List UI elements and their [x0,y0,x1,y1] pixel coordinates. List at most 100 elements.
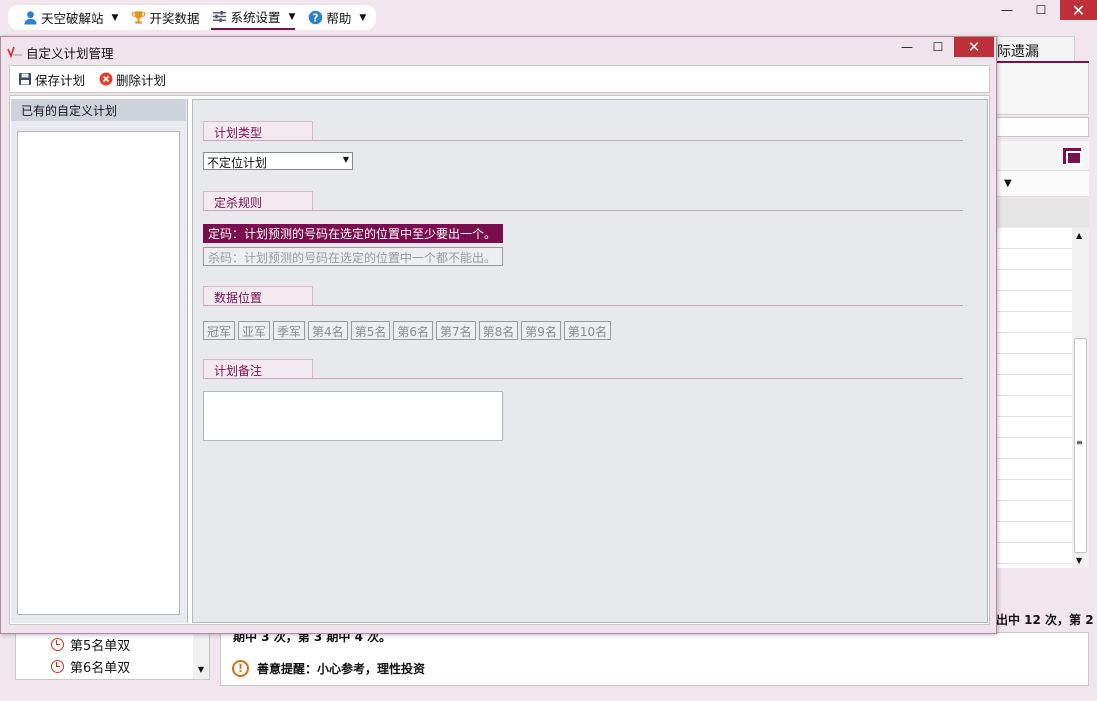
list-item-label: 第5名单双 [70,638,131,654]
chevron-down-icon: ▼ [342,155,349,164]
position-toggle-7[interactable]: 第7名 [435,321,476,340]
save-icon [18,72,32,86]
plan-type-select[interactable]: 不定位计划 ▼ [203,152,353,170]
trophy-icon [130,10,146,26]
menu-item-help[interactable]: ? 帮助 ▼ [307,5,366,30]
plan-type-value: 不定位计划 [207,156,268,170]
tip-text: 善意提醒：小心参考，理性投资 [257,662,426,676]
plan-type-header: 计划类型 [203,121,313,140]
rule-option-sha[interactable]: 杀码：计划预测的号码在选定的位置中一个都不能出。 [203,247,503,266]
list-item[interactable]: 第5名单双 [16,633,209,655]
dialog-close-button[interactable]: ✕ [954,37,994,57]
menu-item-help-label: 帮助 [326,11,352,26]
position-toggle-4[interactable]: 第4名 [308,321,348,340]
chevron-down-icon: ▼ [111,12,119,23]
save-plan-button[interactable]: 保存计划 [18,70,85,89]
dialog-minimize-button[interactable]: — [891,37,923,57]
sliders-icon [211,9,227,25]
section-divider [203,305,963,306]
app-logo-icon [7,45,23,59]
section-divider [203,378,963,379]
user-icon [22,10,38,26]
position-toggle-3[interactable]: 季军 [273,321,306,340]
section-divider [203,140,963,141]
bg-panel [990,63,1089,115]
main-menu: 天空破解站 ▼ 开奖数据 系统设置 ▼ ? 帮助 ▼ [8,5,377,30]
table-row [990,354,1072,375]
clock-icon [51,637,64,651]
position-toggle-6[interactable]: 第6名 [393,321,433,340]
bg-tab-label: 际遗漏 [997,44,1039,60]
dialog-body: 已有的自定义计划 计划类型 不定位计划 ▼ 定杀规则 定码：计划预测的号码在选定… [9,95,990,625]
main-minimize-button[interactable]: — [990,0,1024,20]
position-toggle-1[interactable]: 冠军 [203,321,236,340]
positions-header: 数据位置 [203,286,313,305]
dialog-maximize-button[interactable]: ☐ [923,37,953,57]
chevron-down-icon: ▼ [1004,178,1012,189]
main-topbar: 天空破解站 ▼ 开奖数据 系统设置 ▼ ? 帮助 ▼ — ☐ ✕ [0,0,1097,36]
save-plan-label: 保存计划 [35,72,86,88]
bg-table-header [990,199,1089,227]
menu-item-site[interactable]: 天空破解站 ▼ [22,5,118,30]
chevron-down-icon: ▼ [359,12,367,23]
list-item-label: 第6名单双 [70,660,131,676]
rule-option-ding[interactable]: 定码：计划预测的号码在选定的位置中至少要出一个。 [203,224,503,243]
table-row [990,522,1072,543]
scroll-down-icon[interactable]: ▼ [1076,556,1082,565]
table-row [990,417,1072,438]
menu-item-settings[interactable]: 系统设置 ▼ [211,5,296,30]
table-row [990,375,1072,396]
bg-scrollbar[interactable]: ▲ ≡ ▼ [1072,228,1089,568]
position-toggle-8[interactable]: 第8名 [478,321,519,340]
expand-icon[interactable] [1063,148,1082,165]
bg-input[interactable] [994,117,1089,137]
clock-icon [51,659,64,673]
chevron-down-icon: ▼ [288,11,296,22]
position-toggle-9[interactable]: 第9名 [521,321,561,340]
table-row [990,333,1072,354]
main-close-button[interactable]: ✕ [1060,0,1097,20]
grip-icon: ≡ [1076,438,1083,447]
warning-icon: ! [232,660,249,677]
rule-header: 定杀规则 [203,191,313,210]
positions-row: 冠军 亚军 季军 第4名 第5名 第6名 第7名 第8名 第9名 第10名 [203,321,614,340]
note-header: 计划备注 [203,359,313,378]
menu-item-draw-data-label: 开奖数据 [149,11,200,26]
table-row [990,291,1072,312]
delete-icon [99,72,113,86]
existing-plans-list[interactable] [17,131,180,615]
bg-table [990,228,1072,568]
position-toggle-10[interactable]: 第10名 [563,321,612,340]
table-row [990,543,1072,564]
help-icon: ? [307,10,323,26]
scroll-up-icon[interactable]: ▲ [1076,231,1082,240]
custom-plan-dialog: 自定义计划管理 — ☐ ✕ 保存计划 删除计划 已有的自定义计划 计划类型 不定… [0,36,997,634]
bg-tab-missing[interactable]: 际遗漏 [990,36,1075,62]
plan-note-textarea[interactable] [203,391,503,441]
list-item[interactable]: 第6名单双 [16,655,209,677]
delete-plan-button[interactable]: 删除计划 [99,70,166,89]
menu-item-site-label: 天空破解站 [41,11,104,26]
position-toggle-2[interactable]: 亚军 [238,321,271,340]
bg-plan-list: 第5名单双 第6名单双 ▼ [15,632,210,680]
main-maximize-button[interactable]: ☐ [1024,0,1058,20]
dialog-titlebar: 自定义计划管理 [7,43,114,61]
table-row [990,228,1072,249]
table-row [990,480,1072,501]
tip-line: ! 善意提醒：小心参考，理性投资 [232,660,425,677]
table-row [990,249,1072,270]
existing-plans-header: 已有的自定义计划 [11,99,186,121]
dialog-toolbar: 保存计划 删除计划 [9,65,990,93]
position-toggle-5[interactable]: 第5名 [350,321,391,340]
delete-plan-label: 删除计划 [116,72,167,88]
table-row [990,312,1072,333]
menu-item-draw-data[interactable]: 开奖数据 [130,5,199,30]
table-row [990,438,1072,459]
list-scrollbar[interactable]: ▼ [193,633,209,679]
svg-text:?: ? [312,12,318,24]
table-row [990,459,1072,480]
plan-editor-pane: 计划类型 不定位计划 ▼ 定杀规则 定码：计划预测的号码在选定的位置中至少要出一… [192,99,988,623]
dialog-title: 自定义计划管理 [26,45,114,61]
table-row [990,270,1072,291]
menu-item-settings-label: 系统设置 [230,10,281,25]
